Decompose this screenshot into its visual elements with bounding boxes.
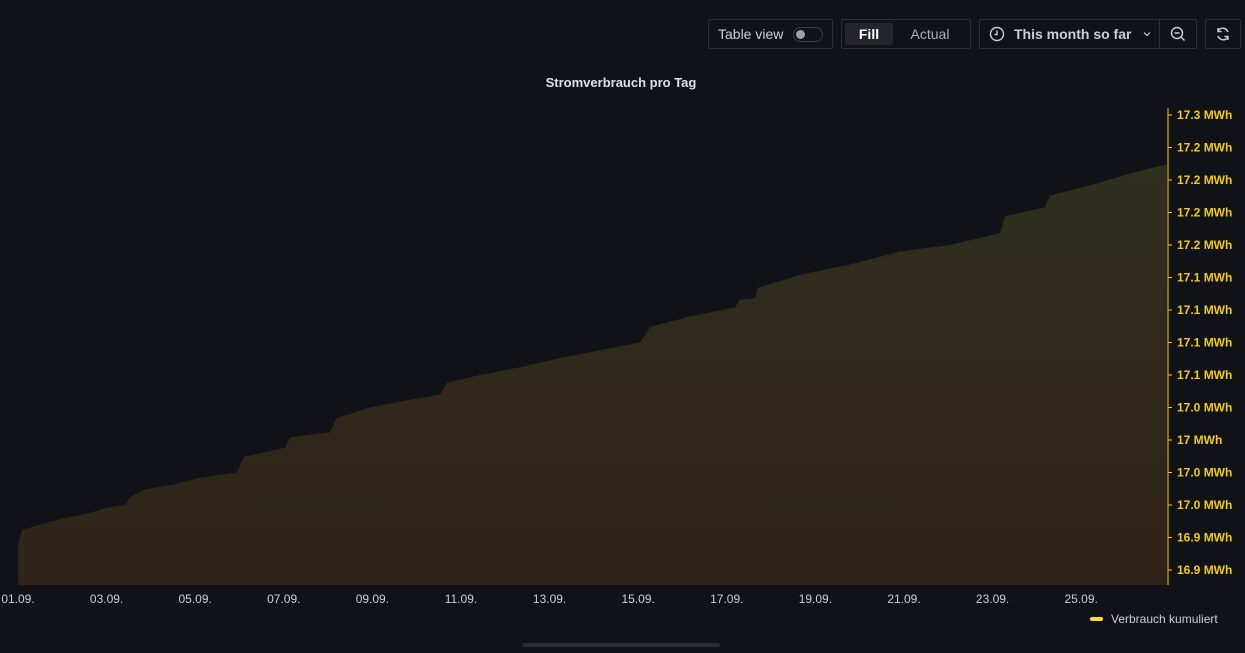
y-tick-label: 17.1 MWh xyxy=(1177,368,1232,382)
horizontal-scrollbar[interactable] xyxy=(522,643,720,647)
y-tick-label: 17 MWh xyxy=(1177,433,1222,447)
series-area-verbrauch-kumuliert xyxy=(18,164,1168,585)
x-tick-label: 07.09. xyxy=(267,592,300,606)
x-tick-label: 15.09. xyxy=(622,592,655,606)
x-tick-label: 05.09. xyxy=(179,592,212,606)
legend-swatch xyxy=(1090,617,1103,621)
x-tick-label: 09.09. xyxy=(356,592,389,606)
x-tick-label: 17.09. xyxy=(710,592,743,606)
y-tick-label: 17.0 MWh xyxy=(1177,401,1232,415)
y-tick-label: 17.2 MWh xyxy=(1177,173,1232,187)
x-tick-label: 25.09. xyxy=(1065,592,1098,606)
x-tick-label: 01.09. xyxy=(1,592,34,606)
legend-label: Verbrauch kumuliert xyxy=(1111,612,1218,626)
x-tick-label: 03.09. xyxy=(90,592,123,606)
x-tick-label: 13.09. xyxy=(533,592,566,606)
x-tick-label: 19.09. xyxy=(799,592,832,606)
x-tick-label: 23.09. xyxy=(976,592,1009,606)
y-tick-label: 17.1 MWh xyxy=(1177,303,1232,317)
y-tick-label: 17.2 MWh xyxy=(1177,238,1232,252)
y-tick-label: 17.2 MWh xyxy=(1177,206,1232,220)
legend-item[interactable]: Verbrauch kumuliert xyxy=(1090,612,1218,626)
y-tick-label: 16.9 MWh xyxy=(1177,563,1232,577)
y-tick-label: 17.1 MWh xyxy=(1177,271,1232,285)
x-tick-label: 21.09. xyxy=(887,592,920,606)
x-tick-label: 11.09. xyxy=(445,592,477,606)
y-tick-label: 17.0 MWh xyxy=(1177,466,1232,480)
y-tick-label: 17.2 MWh xyxy=(1177,141,1232,155)
chart-canvas: 16.9 MWh 16.9 MWh 17.0 MWh 17.0 MWh 17 MWh 17… xyxy=(1,108,1232,606)
y-tick-label: 17.0 MWh xyxy=(1177,498,1232,512)
y-tick-label: 17.1 MWh xyxy=(1177,336,1232,350)
y-tick-label: 16.9 MWh xyxy=(1177,531,1232,545)
y-tick-label: 17.3 MWh xyxy=(1177,108,1232,122)
